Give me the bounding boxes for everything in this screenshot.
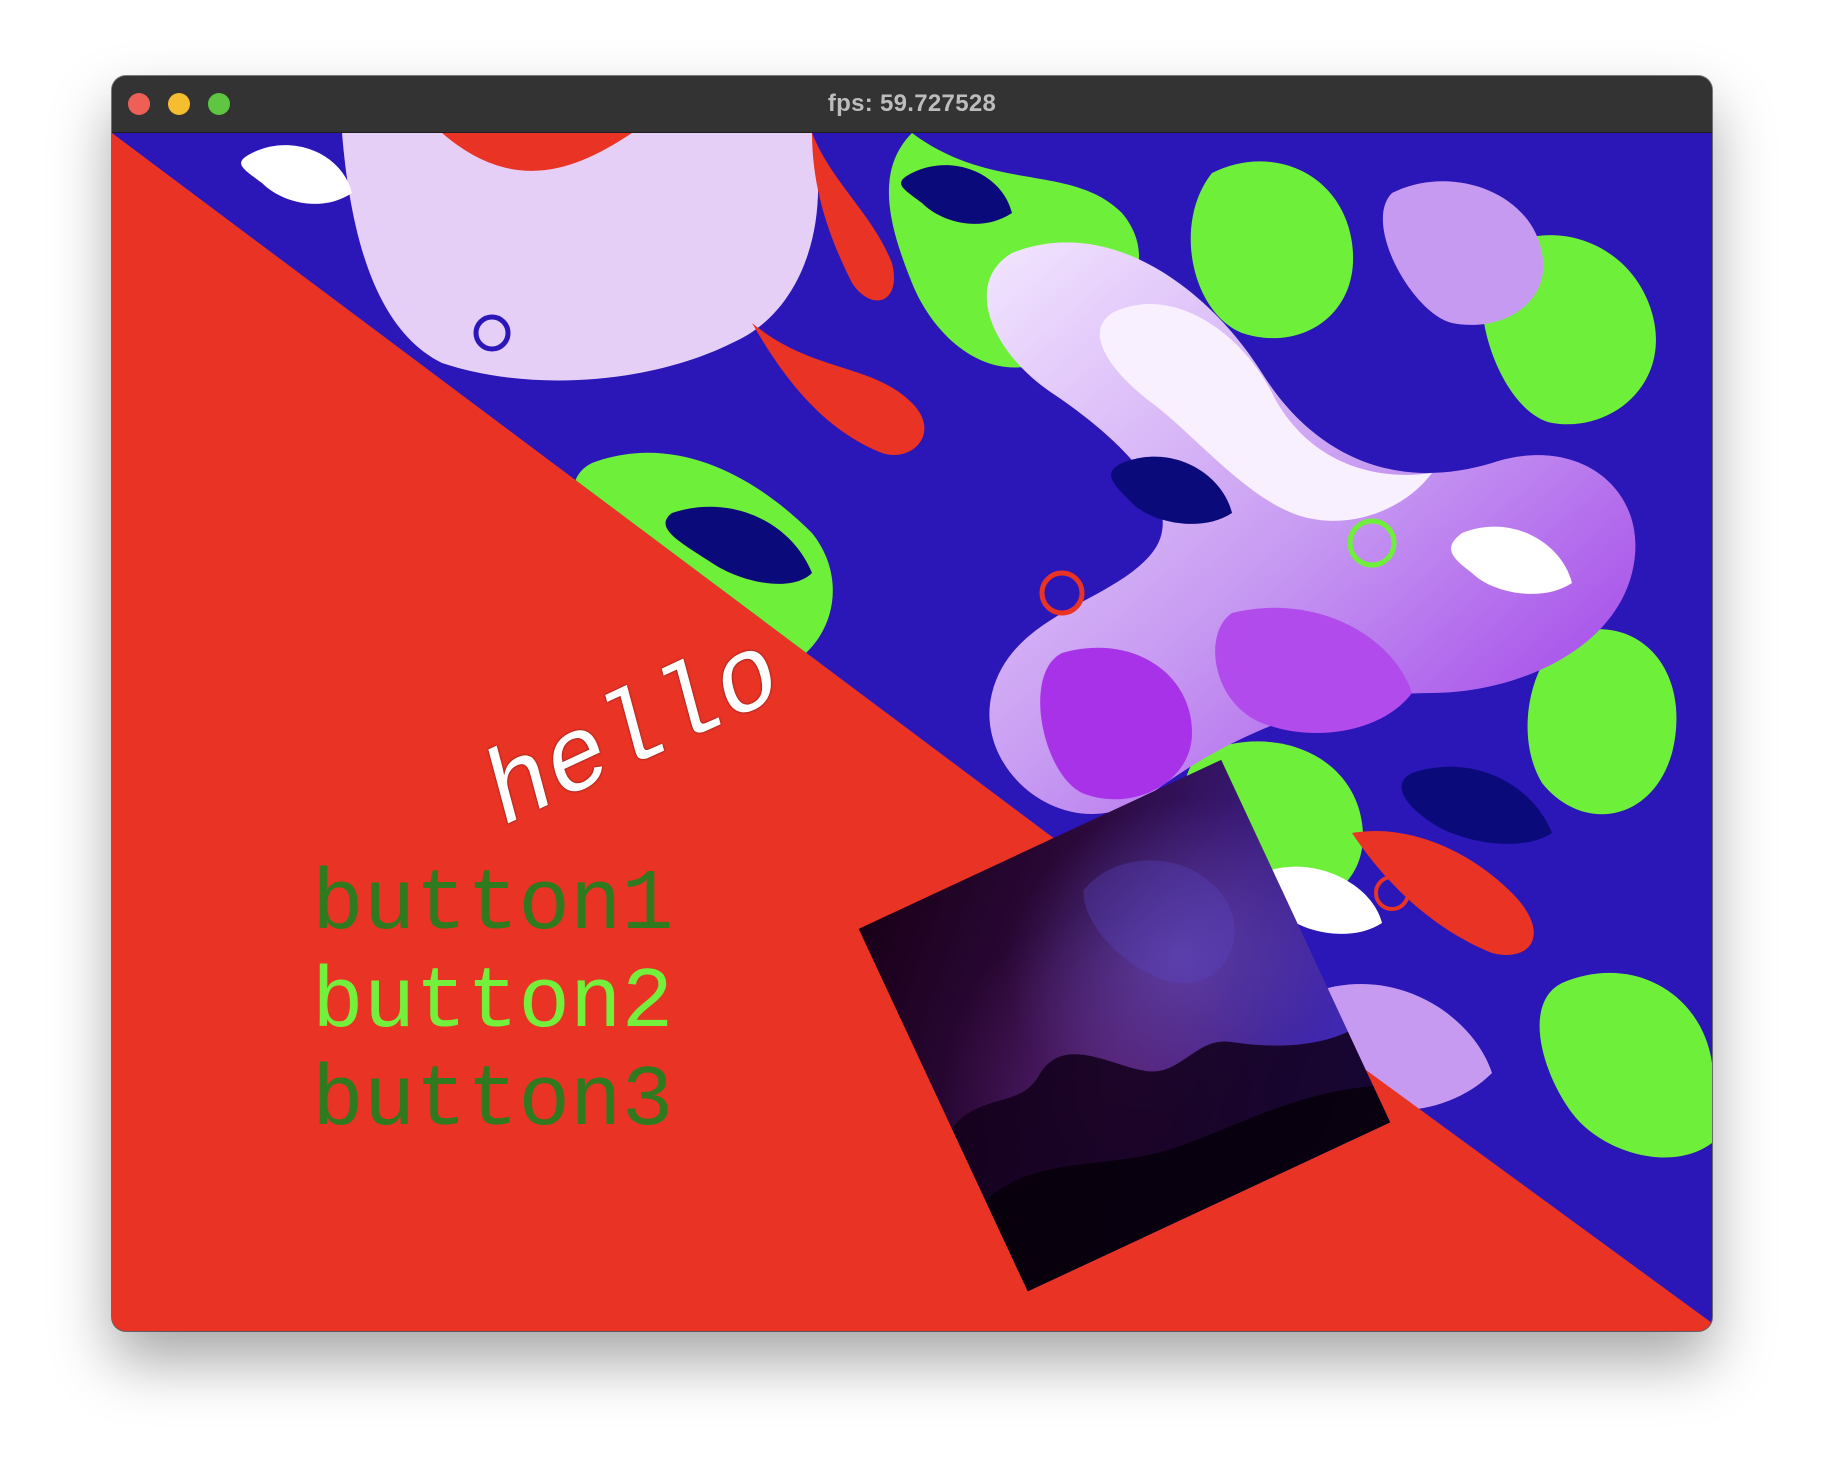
button2[interactable]: button2 <box>312 954 673 1052</box>
button1[interactable]: button1 <box>312 856 673 954</box>
button3[interactable]: button3 <box>312 1052 673 1150</box>
app-window: fps: 59.727528 button1 button2 button3 h… <box>112 76 1712 1331</box>
window-title: fps: 59.727528 <box>827 90 997 117</box>
title-bar[interactable]: fps: 59.727528 <box>112 76 1712 133</box>
button-list: button1 button2 button3 <box>312 856 673 1150</box>
render-canvas[interactable]: button1 button2 button3 hello <box>112 133 1712 1331</box>
fluid-simulation <box>112 133 1712 1331</box>
